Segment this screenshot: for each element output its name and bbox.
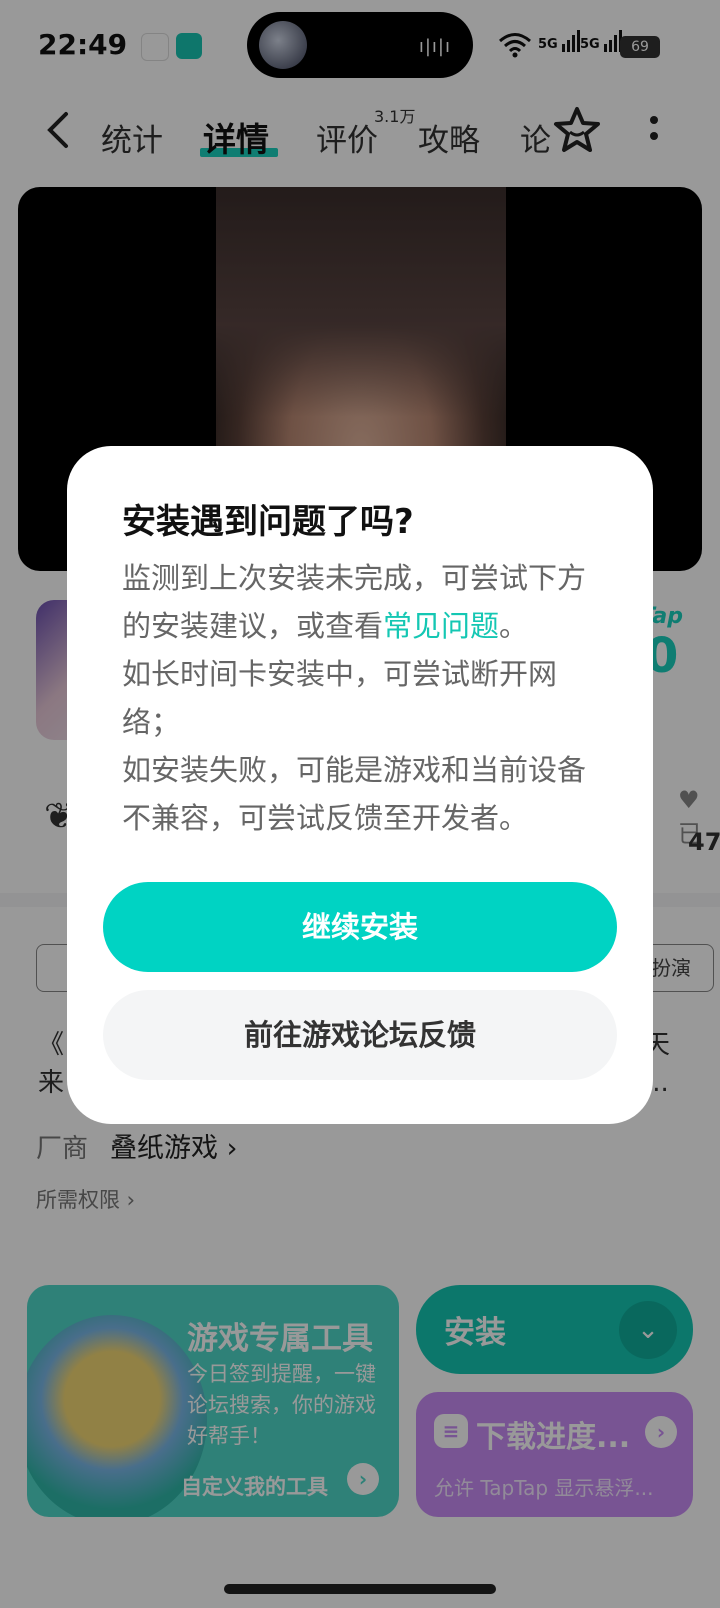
dialog-line-2: 如长时间卡安装中，可尝试断开网络；: [122, 657, 558, 739]
faq-link[interactable]: 常见问题: [383, 609, 499, 643]
dialog-line-3: 如安装失败，可能是游戏和当前设备不兼容，可尝试反馈至开发者。: [122, 753, 587, 835]
continue-install-button[interactable]: 继续安装: [103, 882, 617, 972]
dialog-body: 监测到上次安装未完成，可尝试下方的安装建议，或查看常见问题。 如长时间卡安装中，…: [122, 554, 602, 842]
dialog-title: 安装遇到问题了吗?: [122, 502, 414, 542]
install-problem-dialog: 安装遇到问题了吗? 监测到上次安装未完成，可尝试下方的安装建议，或查看常见问题。…: [67, 446, 653, 1124]
dialog-line-1-end: 。: [499, 609, 529, 643]
forum-feedback-button[interactable]: 前往游戏论坛反馈: [103, 990, 617, 1080]
